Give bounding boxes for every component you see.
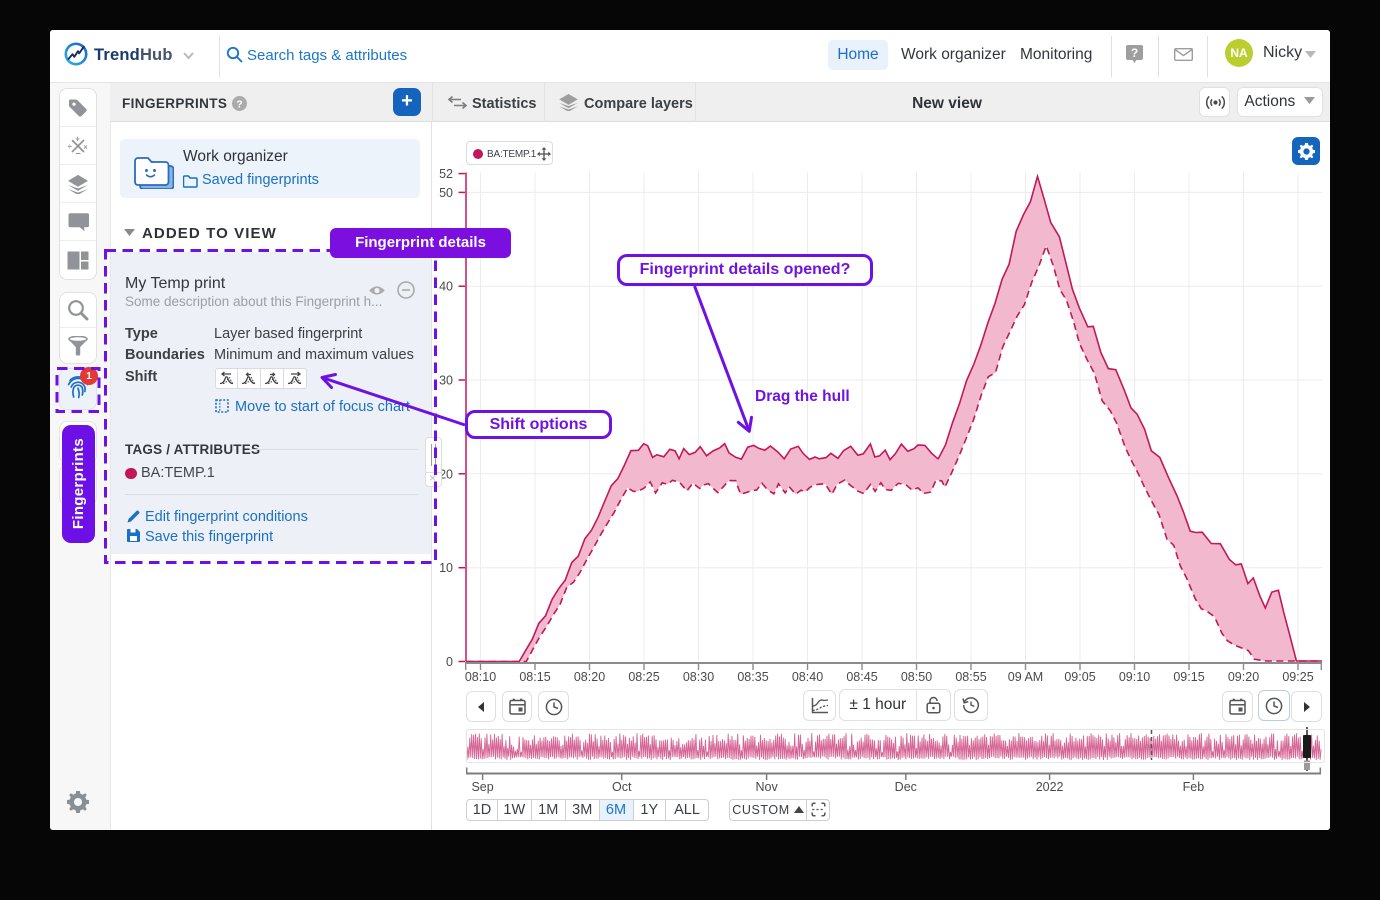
svg-text:08:15: 08:15 (519, 670, 550, 684)
svg-text:09:25: 09:25 (1282, 670, 1313, 684)
svg-text:08:50: 08:50 (901, 670, 932, 684)
svg-text:08:35: 08:35 (737, 670, 768, 684)
svg-text:0: 0 (446, 655, 453, 669)
svg-text:Feb: Feb (1183, 780, 1205, 794)
svg-text:?: ? (1131, 46, 1138, 60)
svg-text:10: 10 (439, 561, 453, 575)
svg-text:09:10: 09:10 (1119, 670, 1150, 684)
svg-text:08:25: 08:25 (628, 670, 659, 684)
svg-text:?: ? (236, 99, 242, 110)
svg-text:08:30: 08:30 (683, 670, 714, 684)
svg-text:÷: ÷ (68, 142, 73, 151)
svg-text:×: × (84, 144, 88, 151)
svg-text:−: − (76, 148, 81, 157)
svg-text:08:45: 08:45 (846, 670, 877, 684)
svg-text:09:05: 09:05 (1064, 670, 1095, 684)
svg-text:08:10: 08:10 (465, 670, 496, 684)
svg-text:08:40: 08:40 (792, 670, 823, 684)
svg-text:52: 52 (439, 167, 453, 181)
svg-text:40: 40 (439, 280, 453, 294)
svg-text:09:15: 09:15 (1173, 670, 1204, 684)
svg-text:Dec: Dec (895, 780, 917, 794)
svg-text:2022: 2022 (1036, 780, 1064, 794)
svg-text:30: 30 (439, 374, 453, 388)
svg-text:50: 50 (439, 186, 453, 200)
svg-text:Sep: Sep (471, 780, 493, 794)
svg-text:08:55: 08:55 (955, 670, 986, 684)
svg-text:09:20: 09:20 (1228, 670, 1259, 684)
svg-text:Oct: Oct (612, 780, 632, 794)
svg-text:Nov: Nov (755, 780, 778, 794)
svg-text:08:20: 08:20 (574, 670, 605, 684)
svg-text:09 AM: 09 AM (1008, 670, 1043, 684)
svg-text:+: + (75, 135, 80, 144)
